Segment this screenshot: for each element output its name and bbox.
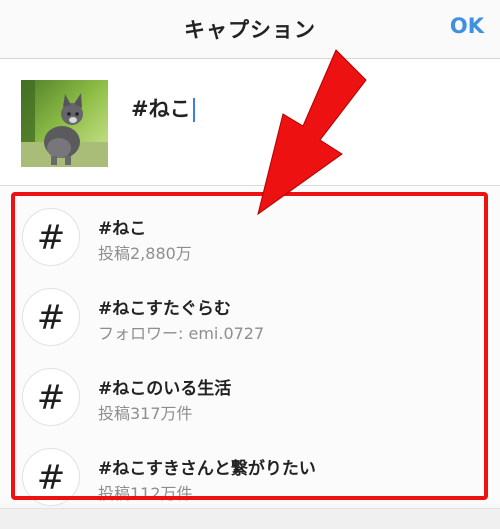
- caption-input[interactable]: #ねこ: [131, 93, 195, 123]
- text-caret: [192, 98, 195, 122]
- navigation-bar: キャプション OK: [0, 0, 500, 59]
- caption-text: #ねこ: [131, 97, 191, 121]
- caption-composer: #ねこ: [0, 59, 500, 186]
- post-thumbnail: [21, 80, 108, 167]
- highlight-box: [11, 192, 488, 500]
- ok-button[interactable]: OK: [450, 14, 484, 38]
- page-title: キャプション: [184, 18, 316, 42]
- cat-photo-icon: [21, 80, 108, 167]
- bottom-bar: [0, 508, 500, 529]
